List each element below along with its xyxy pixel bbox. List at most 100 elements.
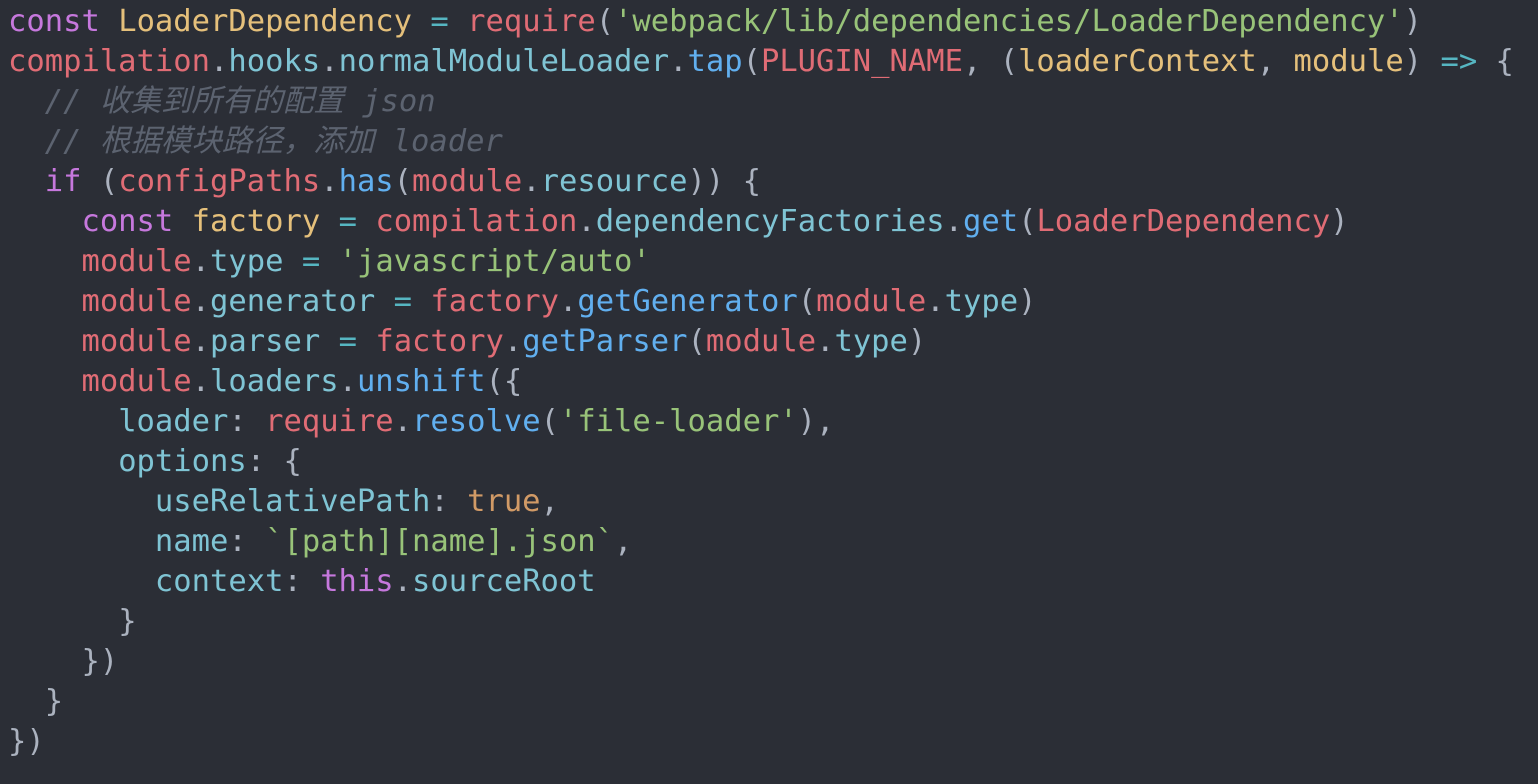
code-token-punctuation: .: [669, 44, 688, 79]
code-token-punctuation: }: [44, 684, 64, 719]
code-token-function: resolve: [412, 404, 541, 439]
code-token-variable: module: [816, 284, 927, 319]
code-token-punctuation: .: [393, 564, 413, 599]
code-line: module.type = 'javascript/auto': [8, 242, 1538, 282]
code-line: if (configPaths.has(module.resource)) {: [8, 162, 1538, 202]
code-token-operator: =: [338, 324, 357, 359]
code-token-punctuation: .: [191, 244, 211, 279]
code-token-punctuation: (: [1018, 204, 1037, 239]
code-token-variable: module: [412, 164, 523, 199]
code-token-keyword: if: [44, 164, 82, 199]
code-token-punctuation: ): [1403, 44, 1423, 79]
code-token-variable: require: [265, 404, 394, 439]
code-token-punctuation: .: [338, 364, 357, 399]
code-token-class: factory: [191, 204, 321, 239]
code-body: const LoaderDependency = require('webpac…: [8, 2, 1538, 762]
code-token-punctuation: ): [1330, 204, 1349, 239]
code-token-function: has: [338, 164, 394, 199]
code-token-variable: factory: [375, 324, 504, 359]
code-token-punctuation: (: [742, 44, 761, 79]
code-token-variable: require: [467, 4, 596, 39]
code-token-punctuation: :: [228, 404, 266, 439]
code-token-punctuation: ): [907, 324, 927, 359]
code-line: const factory = compilation.dependencyFa…: [8, 202, 1538, 242]
code-token-operator: =: [301, 244, 321, 279]
code-token-punctuation: .: [320, 164, 339, 199]
code-token-punctuation: ),: [797, 404, 835, 439]
code-token-punctuation: .: [522, 164, 541, 199]
code-line: // 收集到所有的配置 json: [8, 82, 1538, 122]
code-token-function: getParser: [522, 324, 688, 359]
code-token-punctuation: .: [944, 204, 963, 239]
code-token-punctuation: .: [816, 324, 835, 359]
code-token-punctuation: (: [393, 164, 413, 199]
code-token-punctuation: )) {: [687, 164, 761, 199]
code-token-punctuation: }: [118, 604, 137, 639]
code-token-punctuation: .: [393, 404, 413, 439]
code-line: useRelativePath: true,: [8, 482, 1538, 522]
code-line: name: `[path][name].json`,: [8, 522, 1538, 562]
code-token-punctuation: }): [8, 724, 45, 759]
code-line: compilation.hooks.normalModuleLoader.tap…: [8, 42, 1538, 82]
code-token-variable: compilation: [375, 204, 578, 239]
code-token-operator: =: [430, 4, 449, 39]
code-token-property: useRelativePath: [154, 484, 431, 519]
code-token-operator: =: [393, 284, 413, 319]
code-line: context: this.sourceRoot: [8, 562, 1538, 602]
code-token-function: unshift: [356, 364, 486, 399]
code-token-punctuation: }): [81, 644, 119, 679]
code-token-punctuation: .: [191, 364, 211, 399]
code-token-variable: module: [81, 364, 192, 399]
code-token-punctuation: :: [430, 484, 468, 519]
code-token-punctuation: .: [558, 284, 578, 319]
code-token-punctuation: ): [1018, 284, 1037, 319]
code-editor[interactable]: const LoaderDependency = require('webpac…: [0, 0, 1538, 784]
code-token-string: `[path][name].json`: [265, 524, 614, 559]
code-line: options: {: [8, 442, 1538, 482]
code-token-operator: =: [338, 204, 357, 239]
code-token-punctuation: ): [1403, 4, 1423, 39]
code-line: }: [8, 682, 1538, 722]
code-token-keyword: this: [320, 564, 394, 599]
code-token-punctuation: :: [283, 564, 321, 599]
code-line: loader: require.resolve('file-loader'),: [8, 402, 1538, 442]
code-token-class: LoaderDependency: [118, 4, 413, 39]
code-token-variable: module: [81, 324, 192, 359]
code-token-punctuation: .: [210, 44, 229, 79]
code-token-operator: =>: [1440, 44, 1478, 79]
code-token-variable: module: [81, 284, 192, 319]
code-token-property: loaders: [210, 364, 339, 399]
code-token-string: 'javascript/auto': [338, 244, 651, 279]
code-token-variable: LoaderDependency: [1036, 204, 1331, 239]
code-token-property: sourceRoot: [412, 564, 596, 599]
code-token-punctuation: (: [999, 44, 1019, 79]
code-token-property: name: [154, 524, 229, 559]
code-token-string: 'file-loader': [558, 404, 798, 439]
code-token-class: module: [1293, 44, 1404, 79]
code-token-punctuation: ,: [540, 484, 559, 519]
code-token-property: type: [944, 284, 1019, 319]
code-token-punctuation: (: [687, 324, 706, 359]
code-token-property: type: [210, 244, 284, 279]
code-token-punctuation: .: [191, 324, 211, 359]
code-token-punctuation: .: [577, 204, 596, 239]
